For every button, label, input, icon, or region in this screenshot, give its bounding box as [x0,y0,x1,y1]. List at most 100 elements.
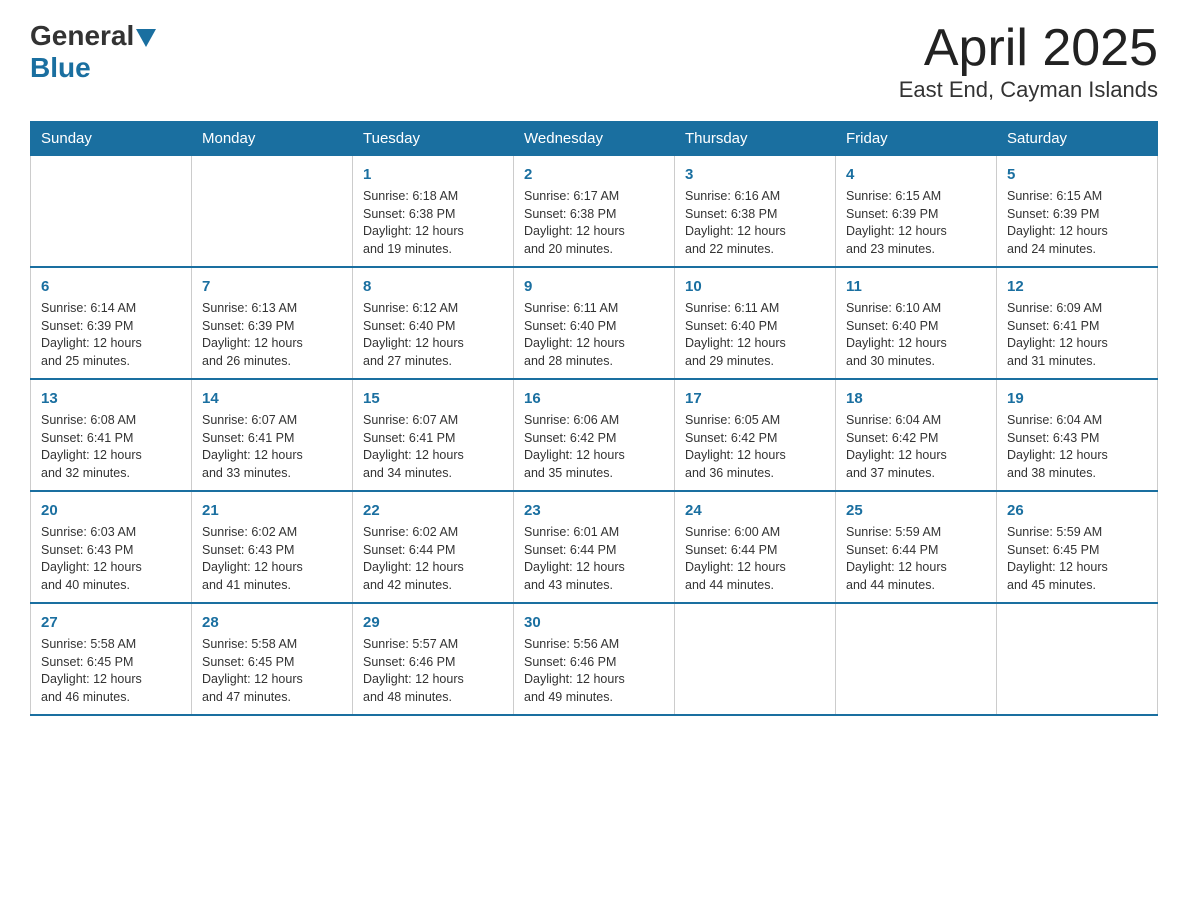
calendar-cell: 3 Sunrise: 6:16 AM Sunset: 6:38 PM Daylig… [675,156,836,268]
calendar-cell: 26 Sunrise: 5:59 AM Sunset: 6:45 PM Dayli… [997,491,1158,603]
calendar-cell: 22 Sunrise: 6:02 AM Sunset: 6:44 PM Dayli… [353,491,514,603]
day-number: 18 [846,388,986,409]
logo-general-text: General [30,20,134,52]
day-number: 6 [41,276,181,297]
day-number: 13 [41,388,181,409]
day-number: 19 [1007,388,1147,409]
day-info: Sunrise: 6:16 AM Sunset: 6:38 PM Dayligh… [685,188,825,258]
day-number: 26 [1007,500,1147,521]
day-info: Sunrise: 6:07 AM Sunset: 6:41 PM Dayligh… [363,412,503,482]
calendar-cell: 12 Sunrise: 6:09 AM Sunset: 6:41 PM Dayli… [997,267,1158,379]
day-number: 10 [685,276,825,297]
day-number: 1 [363,164,503,185]
day-number: 11 [846,276,986,297]
day-info: Sunrise: 6:18 AM Sunset: 6:38 PM Dayligh… [363,188,503,258]
calendar-cell: 18 Sunrise: 6:04 AM Sunset: 6:42 PM Dayli… [836,379,997,491]
calendar-cell: 27 Sunrise: 5:58 AM Sunset: 6:45 PM Dayli… [31,603,192,715]
logo-triangle-icon [136,29,156,47]
day-number: 3 [685,164,825,185]
day-info: Sunrise: 6:07 AM Sunset: 6:41 PM Dayligh… [202,412,342,482]
day-info: Sunrise: 5:58 AM Sunset: 6:45 PM Dayligh… [41,636,181,706]
calendar-cell: 23 Sunrise: 6:01 AM Sunset: 6:44 PM Dayli… [514,491,675,603]
weekday-header-thursday: Thursday [675,122,836,156]
day-info: Sunrise: 6:09 AM Sunset: 6:41 PM Dayligh… [1007,300,1147,370]
day-number: 12 [1007,276,1147,297]
day-info: Sunrise: 6:04 AM Sunset: 6:42 PM Dayligh… [846,412,986,482]
day-number: 28 [202,612,342,633]
logo-blue-text: Blue [30,52,91,84]
day-info: Sunrise: 6:15 AM Sunset: 6:39 PM Dayligh… [846,188,986,258]
day-info: Sunrise: 6:00 AM Sunset: 6:44 PM Dayligh… [685,524,825,594]
day-info: Sunrise: 6:02 AM Sunset: 6:44 PM Dayligh… [363,524,503,594]
day-info: Sunrise: 6:17 AM Sunset: 6:38 PM Dayligh… [524,188,664,258]
day-info: Sunrise: 6:12 AM Sunset: 6:40 PM Dayligh… [363,300,503,370]
day-info: Sunrise: 6:10 AM Sunset: 6:40 PM Dayligh… [846,300,986,370]
day-number: 20 [41,500,181,521]
calendar-cell: 19 Sunrise: 6:04 AM Sunset: 6:43 PM Dayli… [997,379,1158,491]
calendar-cell [997,603,1158,715]
calendar-cell: 28Sunrise: 5:58 AM Sunset: 6:45 PM Dayli… [192,603,353,715]
weekday-header-saturday: Saturday [997,122,1158,156]
calendar-header-row: SundayMondayTuesdayWednesdayThursdayFrid… [31,122,1158,156]
calendar-week-row: 20 Sunrise: 6:03 AM Sunset: 6:43 PM Dayli… [31,491,1158,603]
month-title: April 2025 [899,20,1158,77]
calendar-cell: 6 Sunrise: 6:14 AM Sunset: 6:39 PM Daylig… [31,267,192,379]
day-info: Sunrise: 6:06 AM Sunset: 6:42 PM Dayligh… [524,412,664,482]
day-info: Sunrise: 6:05 AM Sunset: 6:42 PM Dayligh… [685,412,825,482]
weekday-header-wednesday: Wednesday [514,122,675,156]
calendar-cell: 25Sunrise: 5:59 AM Sunset: 6:44 PM Dayli… [836,491,997,603]
weekday-header-tuesday: Tuesday [353,122,514,156]
day-info: Sunrise: 6:01 AM Sunset: 6:44 PM Dayligh… [524,524,664,594]
day-info: Sunrise: 5:59 AM Sunset: 6:44 PM Dayligh… [846,524,986,594]
day-number: 21 [202,500,342,521]
calendar-week-row: 27 Sunrise: 5:58 AM Sunset: 6:45 PM Dayli… [31,603,1158,715]
weekday-header-sunday: Sunday [31,122,192,156]
calendar-cell [675,603,836,715]
calendar-cell: 20 Sunrise: 6:03 AM Sunset: 6:43 PM Dayli… [31,491,192,603]
day-number: 27 [41,612,181,633]
calendar-cell: 15 Sunrise: 6:07 AM Sunset: 6:41 PM Dayli… [353,379,514,491]
calendar-cell: 10Sunrise: 6:11 AM Sunset: 6:40 PM Dayli… [675,267,836,379]
day-info: Sunrise: 5:59 AM Sunset: 6:45 PM Dayligh… [1007,524,1147,594]
calendar-cell: 5Sunrise: 6:15 AM Sunset: 6:39 PM Daylig… [997,156,1158,268]
day-info: Sunrise: 5:57 AM Sunset: 6:46 PM Dayligh… [363,636,503,706]
calendar-cell [836,603,997,715]
day-info: Sunrise: 6:13 AM Sunset: 6:39 PM Dayligh… [202,300,342,370]
day-number: 22 [363,500,503,521]
calendar-table: SundayMondayTuesdayWednesdayThursdayFrid… [30,121,1158,716]
day-info: Sunrise: 5:56 AM Sunset: 6:46 PM Dayligh… [524,636,664,706]
page-header: General Blue April 2025 East End, Cayman… [30,20,1158,103]
calendar-cell: 21Sunrise: 6:02 AM Sunset: 6:43 PM Dayli… [192,491,353,603]
day-number: 7 [202,276,342,297]
calendar-cell: 30Sunrise: 5:56 AM Sunset: 6:46 PM Dayli… [514,603,675,715]
calendar-cell: 14 Sunrise: 6:07 AM Sunset: 6:41 PM Dayli… [192,379,353,491]
day-number: 16 [524,388,664,409]
weekday-header-friday: Friday [836,122,997,156]
calendar-week-row: 13 Sunrise: 6:08 AM Sunset: 6:41 PM Dayli… [31,379,1158,491]
day-info: Sunrise: 6:04 AM Sunset: 6:43 PM Dayligh… [1007,412,1147,482]
day-info: Sunrise: 6:03 AM Sunset: 6:43 PM Dayligh… [41,524,181,594]
calendar-cell: 7 Sunrise: 6:13 AM Sunset: 6:39 PM Daylig… [192,267,353,379]
day-number: 5 [1007,164,1147,185]
day-number: 14 [202,388,342,409]
day-number: 15 [363,388,503,409]
day-number: 23 [524,500,664,521]
day-number: 9 [524,276,664,297]
day-info: Sunrise: 6:08 AM Sunset: 6:41 PM Dayligh… [41,412,181,482]
calendar-cell: 9Sunrise: 6:11 AM Sunset: 6:40 PM Daylig… [514,267,675,379]
calendar-cell: 2Sunrise: 6:17 AM Sunset: 6:38 PM Daylig… [514,156,675,268]
calendar-cell: 16 Sunrise: 6:06 AM Sunset: 6:42 PM Dayli… [514,379,675,491]
calendar-cell [31,156,192,268]
day-number: 8 [363,276,503,297]
day-number: 4 [846,164,986,185]
calendar-cell: 17Sunrise: 6:05 AM Sunset: 6:42 PM Dayli… [675,379,836,491]
day-number: 24 [685,500,825,521]
calendar-cell: 13 Sunrise: 6:08 AM Sunset: 6:41 PM Dayli… [31,379,192,491]
calendar-cell: 8 Sunrise: 6:12 AM Sunset: 6:40 PM Daylig… [353,267,514,379]
calendar-cell: 1 Sunrise: 6:18 AM Sunset: 6:38 PM Daylig… [353,156,514,268]
calendar-week-row: 6 Sunrise: 6:14 AM Sunset: 6:39 PM Daylig… [31,267,1158,379]
day-info: Sunrise: 6:14 AM Sunset: 6:39 PM Dayligh… [41,300,181,370]
calendar-cell: 11 Sunrise: 6:10 AM Sunset: 6:40 PM Dayli… [836,267,997,379]
calendar-cell: 24 Sunrise: 6:00 AM Sunset: 6:44 PM Dayli… [675,491,836,603]
day-number: 29 [363,612,503,633]
